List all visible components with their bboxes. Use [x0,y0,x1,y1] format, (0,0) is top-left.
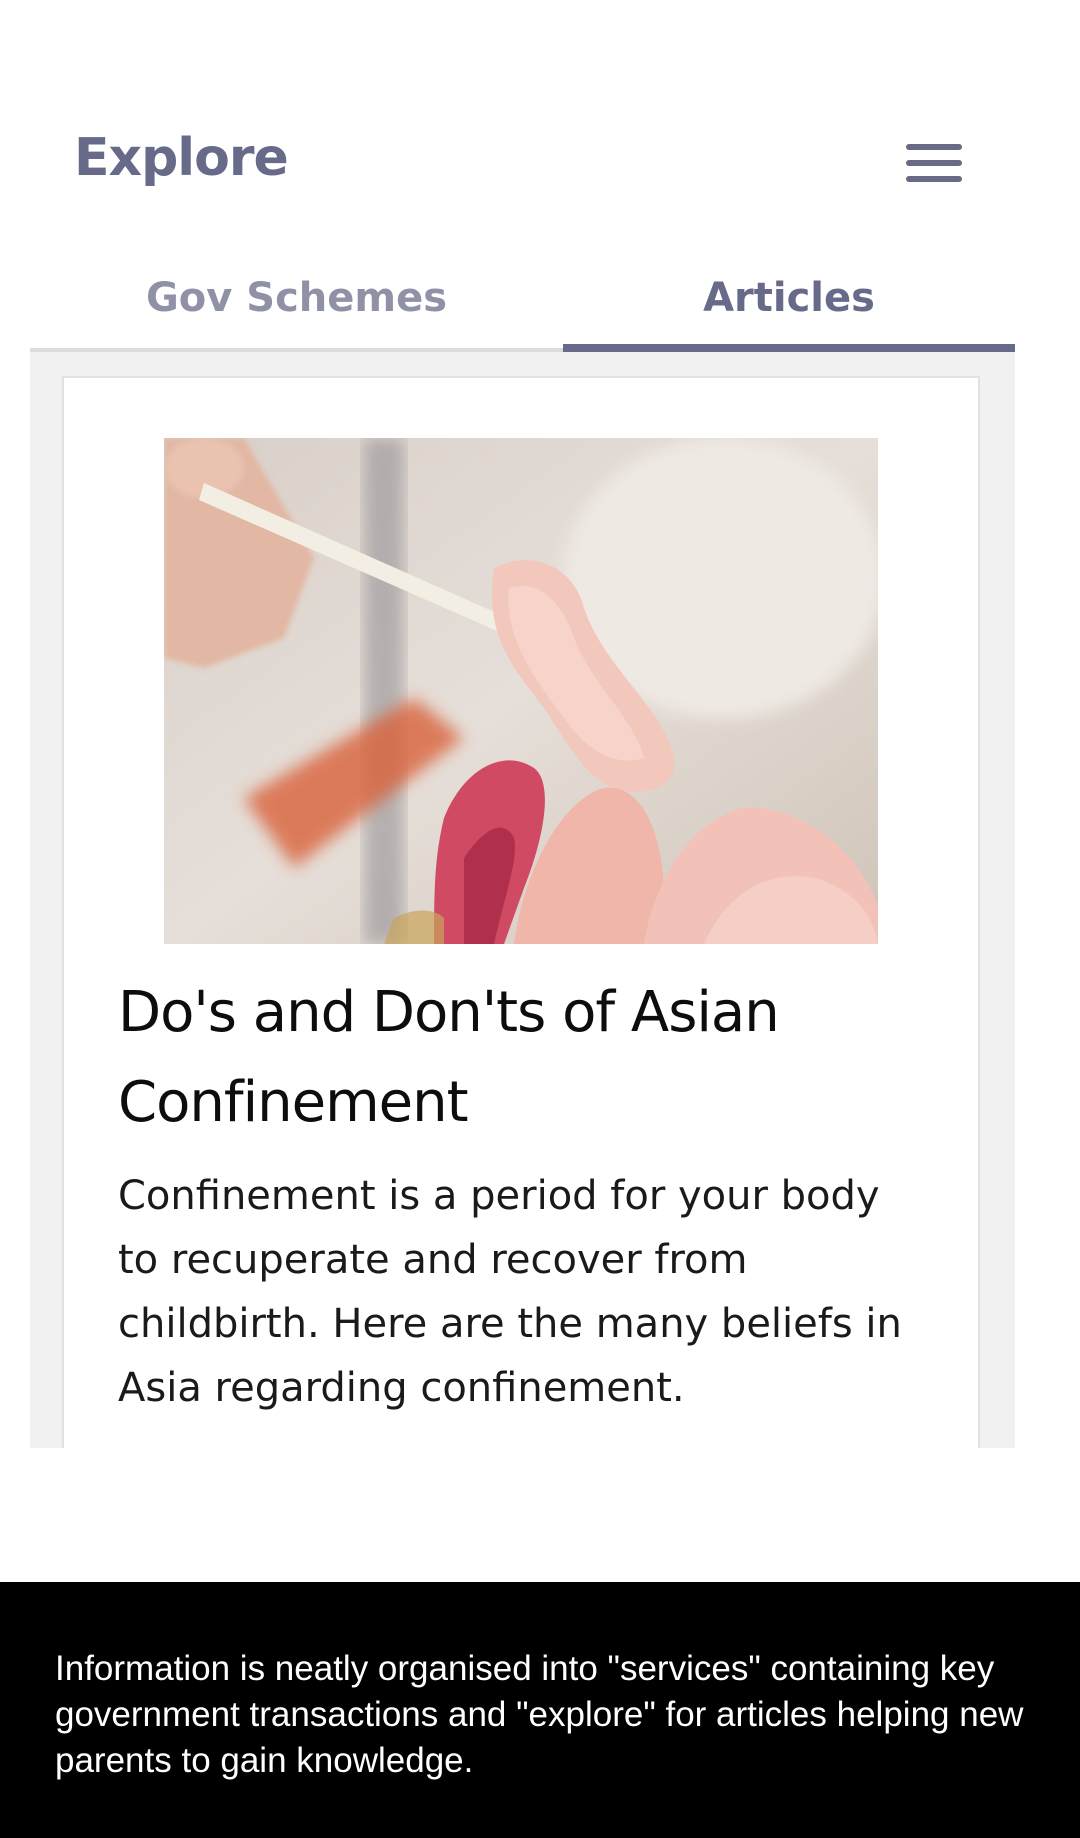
page-title: Explore [74,128,289,188]
article-description: Confinement is a period for your body to… [118,1173,902,1411]
article-title[interactable]: Do's and Don'ts of Asian Confinement [118,968,918,1148]
tab-articles[interactable]: Articles [563,250,1015,346]
menu-line [906,176,962,182]
articles-list[interactable]: Do's and Don'ts of Asian Confinement Con… [30,352,1015,1448]
menu-line [906,160,962,166]
hamburger-menu-icon[interactable] [902,138,964,190]
active-tab-indicator [563,344,1015,352]
tab-bar: Gov Schemes Articles [30,250,1015,352]
article-card[interactable]: Do's and Don'ts of Asian Confinement Con… [62,376,980,1448]
tab-gov-schemes[interactable]: Gov Schemes [30,250,563,346]
caption-bar: Information is neatly organised into "se… [0,1582,1080,1838]
menu-line [906,144,962,150]
article-image [164,438,878,944]
caption-text: Information is neatly organised into "se… [55,1649,1024,1780]
article-photo-chopsticks-raw-fish [164,438,878,944]
